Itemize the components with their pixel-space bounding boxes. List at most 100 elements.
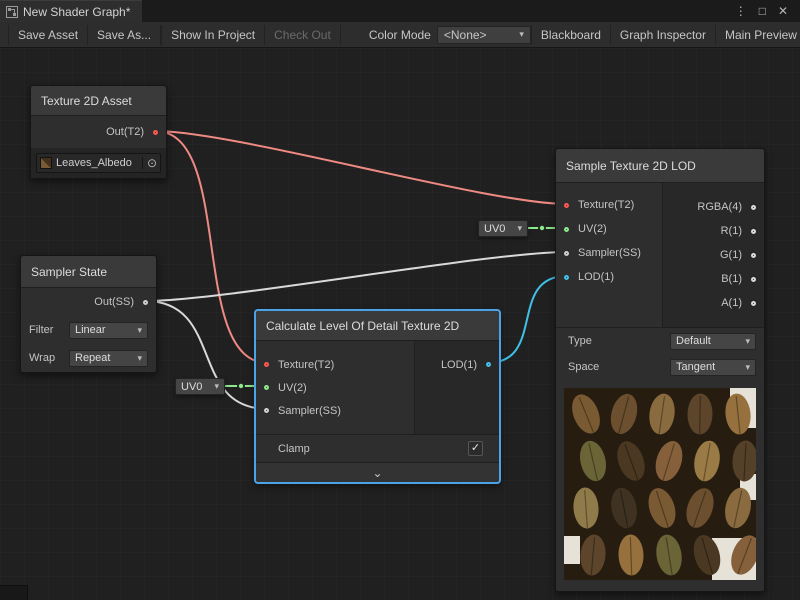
graph-inspector-button[interactable]: Graph Inspector <box>611 25 716 45</box>
check-out-button[interactable]: Check Out <box>265 25 341 45</box>
port-in-uv[interactable] <box>264 385 269 390</box>
port-row-out-t2: Out(T2) <box>31 116 166 148</box>
chevron-down-icon: ▾ <box>519 29 524 40</box>
node-header[interactable]: Texture 2D Asset <box>31 86 166 116</box>
port-in-uv[interactable] <box>564 227 569 232</box>
uv-dot-ring <box>538 224 546 232</box>
port-label: R(1) <box>721 225 764 237</box>
port-row: RGBA(4) <box>663 195 764 219</box>
type-dropdown[interactable]: Default ▾ <box>670 333 756 350</box>
node-calculate-lod[interactable]: Calculate Level Of Detail Texture 2D Tex… <box>255 310 500 483</box>
port-row: Texture(T2) <box>556 193 662 217</box>
object-picker-icon[interactable]: ⊙ <box>142 157 157 169</box>
clamp-row: Clamp ✓ <box>256 434 499 462</box>
port-out-b[interactable] <box>751 277 756 282</box>
title-bar: New Shader Graph* ⋮ □ ✕ <box>0 0 800 22</box>
collapse-bar[interactable]: ⌄ <box>256 462 499 482</box>
port-row: UV(2) <box>256 376 414 399</box>
uv-channel-value: UV0 <box>484 223 505 235</box>
menu-icon[interactable]: ⋮ <box>729 4 753 18</box>
blackboard-button[interactable]: Blackboard <box>531 25 611 45</box>
edge-sampler-to-sample[interactable] <box>145 252 567 301</box>
wrap-label: Wrap <box>29 352 63 364</box>
shader-graph-window: New Shader Graph* ⋮ □ ✕ Save Asset Save … <box>0 0 800 600</box>
close-icon[interactable]: ✕ <box>772 4 794 18</box>
port-row: R(1) <box>663 219 764 243</box>
port-label: G(1) <box>720 249 764 261</box>
port-in-lod[interactable] <box>564 275 569 280</box>
wrap-dropdown[interactable]: Repeat ▾ <box>69 350 148 367</box>
port-in-texture[interactable] <box>264 362 269 367</box>
node-properties: Type Default ▾ Space Tangent ▾ <box>556 327 764 380</box>
port-row: LOD(1) <box>556 265 662 289</box>
port-label: B(1) <box>721 273 764 285</box>
window-tab[interactable]: New Shader Graph* <box>0 0 142 22</box>
uv-channel-value: UV0 <box>181 381 202 393</box>
output-ports: LOD(1) <box>414 341 499 434</box>
port-out-t2[interactable] <box>153 130 158 135</box>
color-mode-dropdown[interactable]: <None> ▾ <box>437 26 531 44</box>
port-row: UV(2) <box>556 217 662 241</box>
port-out-r[interactable] <box>751 229 756 234</box>
color-mode-value: <None> <box>444 28 487 42</box>
chevron-down-icon: ▾ <box>137 353 142 364</box>
graph-canvas[interactable]: Texture 2D Asset Out(T2) Leaves_Albedo ⊙… <box>0 48 800 600</box>
maximize-icon[interactable]: □ <box>753 4 772 18</box>
main-preview-button[interactable]: Main Preview <box>716 25 800 45</box>
port-row: B(1) <box>663 267 764 291</box>
texture-field-row: Leaves_Albedo ⊙ <box>31 148 166 178</box>
uv-channel-dropdown-sample[interactable]: UV0 ▾ <box>478 220 528 237</box>
output-ports: RGBA(4) R(1) G(1) B(1) <box>662 183 764 327</box>
port-row: Texture(T2) <box>256 353 414 376</box>
texture-name: Leaves_Albedo <box>56 157 138 169</box>
filter-label: Filter <box>29 324 63 336</box>
type-value: Default <box>676 335 711 347</box>
clamp-checkbox[interactable]: ✓ <box>468 441 483 456</box>
node-texture-2d-asset[interactable]: Texture 2D Asset Out(T2) Leaves_Albedo ⊙ <box>30 85 167 179</box>
space-dropdown[interactable]: Tangent ▾ <box>670 359 756 376</box>
show-in-project-button[interactable]: Show In Project <box>161 25 265 45</box>
ports-section: Texture(T2) UV(2) Sampler(SS) LOD(1) <box>256 341 499 434</box>
space-label: Space <box>568 361 599 373</box>
port-out-a[interactable] <box>751 301 756 306</box>
edge-texture-to-calculate[interactable] <box>155 131 268 363</box>
window-title: New Shader Graph* <box>23 5 130 19</box>
filter-row: Filter Linear ▾ <box>21 316 156 344</box>
port-in-sampler[interactable] <box>264 408 269 413</box>
uv-dot-calc <box>239 384 243 388</box>
port-row: A(1) <box>663 291 764 315</box>
filter-value: Linear <box>75 324 106 336</box>
wrap-row: Wrap Repeat ▾ <box>21 344 156 372</box>
save-as-button[interactable]: Save As... <box>88 25 161 45</box>
type-label: Type <box>568 335 592 347</box>
node-header[interactable]: Sampler State <box>21 256 156 288</box>
port-in-texture[interactable] <box>564 203 569 208</box>
type-row: Type Default ▾ <box>556 328 764 354</box>
port-out-rgba[interactable] <box>751 205 756 210</box>
port-in-sampler[interactable] <box>564 251 569 256</box>
window-controls: ⋮ □ ✕ <box>729 4 800 18</box>
port-out-lod[interactable] <box>486 362 491 367</box>
save-asset-button[interactable]: Save Asset <box>8 25 88 45</box>
uv-channel-dropdown-calc[interactable]: UV0 ▾ <box>175 378 225 395</box>
uv-dot-sample <box>540 226 544 230</box>
space-row: Space Tangent ▾ <box>556 354 764 380</box>
node-sampler-state[interactable]: Sampler State Out(SS) Filter Linear ▾ Wr… <box>20 255 157 373</box>
input-ports: Texture(T2) UV(2) Sampler(SS) LOD(1) <box>556 183 662 327</box>
color-mode-label: Color Mode <box>369 28 431 42</box>
toolbar: Save Asset Save As... Show In Project Ch… <box>0 22 800 48</box>
chevron-down-icon: ▾ <box>214 381 219 392</box>
chevron-down-icon: ⌄ <box>372 468 382 478</box>
chevron-down-icon: ▾ <box>517 223 522 234</box>
node-sample-texture-2d-lod[interactable]: Sample Texture 2D LOD Texture(T2) UV(2) … <box>555 148 765 592</box>
edge-texture-to-sample[interactable] <box>155 131 567 204</box>
port-out-g[interactable] <box>751 253 756 258</box>
node-header[interactable]: Sample Texture 2D LOD <box>556 149 764 183</box>
port-row: LOD(1) <box>415 353 499 376</box>
port-row: Sampler(SS) <box>256 399 414 422</box>
filter-dropdown[interactable]: Linear ▾ <box>69 322 148 339</box>
shader-graph-icon <box>6 6 18 18</box>
node-header[interactable]: Calculate Level Of Detail Texture 2D <box>256 311 499 341</box>
texture-object-field[interactable]: Leaves_Albedo ⊙ <box>36 153 161 173</box>
port-out-ss[interactable] <box>143 300 148 305</box>
